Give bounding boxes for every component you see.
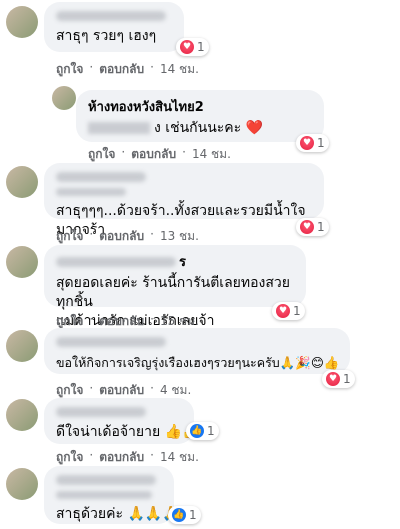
avatar[interactable] — [6, 6, 38, 38]
heart-icon: ♥ — [276, 304, 290, 318]
comment-bubble: สาธุด้วยค่ะ 🙏🙏🙏 — [44, 466, 180, 524]
avatar[interactable] — [6, 399, 38, 431]
like-button[interactable]: ถูกใจ — [88, 145, 115, 164]
comment-text: สาธุๆ รวยๆ เฮงๆ — [56, 28, 157, 44]
commenter-name[interactable] — [56, 172, 146, 182]
heart-icon: ♥ — [326, 372, 340, 386]
commenter-subtitle — [56, 491, 152, 499]
comment-text: สาธุด้วยค่ะ 🙏🙏🙏 — [56, 506, 180, 522]
like-button[interactable]: ถูกใจ — [56, 60, 83, 79]
reaction-count[interactable]: 👍 1 — [168, 506, 201, 524]
comment-actions: ถูกใจ · ตอบกลับ · 13 ชม. — [56, 227, 199, 246]
avatar[interactable] — [6, 246, 38, 278]
comment-bubble: ดีใจน่าเด้อจ้ายาย 👍👍 — [44, 398, 200, 444]
commenter-name[interactable] — [56, 11, 166, 21]
reaction-count[interactable]: ♥ 1 — [296, 218, 329, 236]
comment-bubble: สาธุๆๆๆ...ด้วยจร้า..ทั้งสวยและรวยมีน้ำใจ… — [44, 163, 324, 238]
comment-actions: ถูกใจ · ตอบกลับ · 14 ชม. — [56, 60, 199, 79]
reply-button[interactable]: ตอบกลับ — [99, 60, 144, 79]
comment-actions: ถูกใจ · ตอบกลับ · 14 ชม. — [88, 145, 231, 164]
reply-button[interactable]: ตอบกลับ — [131, 145, 176, 164]
commenter-subtitle — [56, 188, 126, 196]
like-button[interactable]: ถูกใจ — [56, 227, 83, 246]
heart-icon: ♥ — [300, 136, 314, 150]
comment-time[interactable]: 14 ชม. — [160, 448, 199, 467]
comment-actions: ถูกใจ · ตอบกลับ · 14 ชม. — [56, 448, 199, 467]
heart-icon: ♥ — [180, 40, 194, 54]
commenter-name[interactable] — [56, 337, 166, 347]
reaction-count[interactable]: ♥ 1 — [322, 370, 355, 388]
avatar[interactable] — [6, 166, 38, 198]
avatar[interactable] — [6, 330, 38, 362]
heart-icon: ♥ — [300, 220, 314, 234]
reaction-count[interactable]: ♥ 1 — [176, 38, 209, 56]
reply-button[interactable]: ตอบกลับ — [99, 227, 144, 246]
comment-bubble: ร สุดยอดเลยค่ะ ร้านนี้การันตีเลยทองสวยทุ… — [44, 245, 306, 329]
comment-time[interactable]: 14 ชม. — [192, 145, 231, 164]
comment-time[interactable]: 13 ชม. — [160, 227, 199, 246]
comment-bubble: สาธุๆ รวยๆ เฮงๆ — [44, 2, 184, 52]
blurred-text — [88, 122, 150, 134]
thumbs-up-icon: 👍 — [190, 424, 204, 438]
commenter-name[interactable] — [56, 475, 156, 485]
comment-text: ดีใจน่าเด้อจ้ายาย 👍👍 — [56, 424, 200, 440]
reaction-count[interactable]: ♥ 1 — [272, 302, 305, 320]
commenter-name[interactable] — [56, 407, 146, 417]
avatar[interactable] — [52, 86, 76, 110]
thumbs-up-icon: 👍 — [172, 508, 186, 522]
commenter-name[interactable]: ห้างทองหวังสินไทย2 — [88, 96, 312, 117]
reaction-count[interactable]: ♥ 1 — [296, 134, 329, 152]
comment-time[interactable]: 14 ชม. — [160, 60, 199, 79]
comment-bubble: ขอให้กิจการเจริญรุ่งเรืองเฮงๆรวยๆนะครับ🙏… — [44, 328, 350, 374]
reply-button[interactable]: ตอบกลับ — [99, 448, 144, 467]
reaction-count[interactable]: 👍 1 — [186, 422, 219, 440]
comment-text-line: สุดยอดเลยค่ะ ร้านนี้การันตีเลยทองสวยทุกช… — [56, 275, 290, 310]
commenter-name[interactable]: ร — [56, 251, 294, 272]
comment-bubble: ห้างทองหวังสินไทย2 ง เช่นกันนะคะ ❤️ — [76, 90, 324, 142]
comment-text: ง เช่นกันนะคะ ❤️ — [88, 119, 312, 138]
avatar[interactable] — [6, 468, 38, 500]
like-button[interactable]: ถูกใจ — [56, 448, 83, 467]
comment-text: ขอให้กิจการเจริญรุ่งเรืองเฮงๆรวยๆนะครับ🙏… — [56, 355, 340, 370]
